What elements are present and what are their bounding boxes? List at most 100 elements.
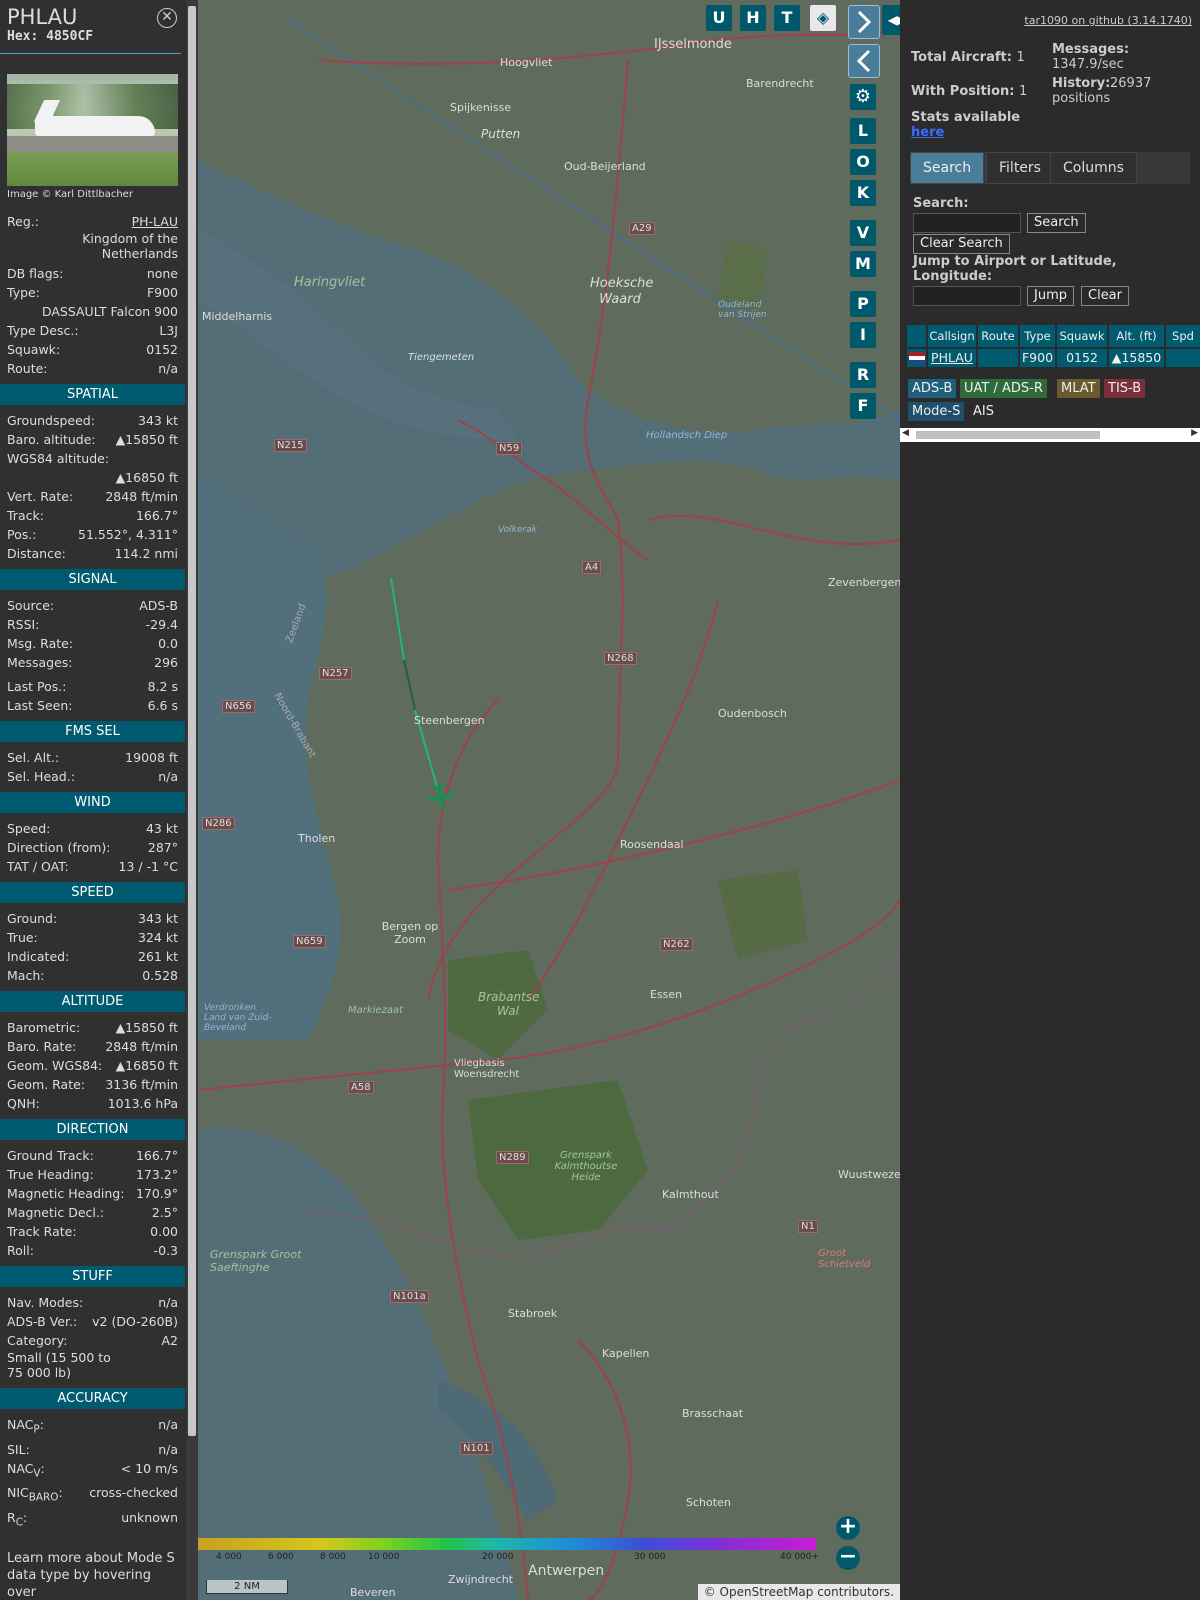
place-label: Volkerak (498, 525, 537, 535)
place-label: Kalmthout (662, 1188, 719, 1201)
info-row-type: Type: F900 (7, 285, 178, 300)
legend-tick: 40 000+ (780, 1552, 820, 1562)
road-label: N656 (222, 700, 255, 713)
with-position-value: 1 (1019, 84, 1028, 99)
map-button-r[interactable]: R (850, 362, 876, 388)
place-label: Oudeland van Strijen (718, 300, 767, 320)
column-header-callsign[interactable]: Callsign (928, 325, 976, 347)
selected-aircraft-panel: PHLAU Hex: 4850CF ✕ Image © Karl Dittlba… (0, 0, 185, 1600)
history-value: 26937 positions (1052, 76, 1152, 106)
info-row-typedesc: Type Desc.: L3J (7, 323, 178, 338)
search-input[interactable] (913, 213, 1021, 233)
info-row-reg: Reg.: PH-LAU (0, 212, 185, 231)
cell-route (978, 349, 1018, 367)
tab-columns[interactable]: Columns (1050, 152, 1137, 184)
registration-link[interactable]: PH-LAU (132, 212, 178, 231)
tab-search[interactable]: Search (910, 152, 985, 184)
stats-here-link[interactable]: here (911, 125, 944, 140)
place-label: Markiezaat (348, 1005, 404, 1016)
expand-sidebar-icon[interactable]: ◀▶ (882, 5, 900, 35)
cell-squawk: 0152 (1057, 349, 1107, 367)
settings-gear-icon[interactable]: ⚙ (850, 84, 876, 110)
close-icon[interactable]: ✕ (157, 8, 177, 28)
info-row: Baro. Rate: 2848 ft/min (7, 1039, 178, 1054)
sidebar: tar1090 on github (3.14.1740) Total Airc… (900, 0, 1200, 1600)
map-attribution[interactable]: © OpenStreetMap contributors. (697, 1584, 900, 1600)
map-button-l[interactable]: L (850, 118, 876, 144)
info-row: NACP: n/a (7, 1417, 178, 1436)
selected-hex: Hex: 4850CF (7, 29, 94, 44)
chevron-left-icon[interactable] (848, 44, 880, 78)
layers-icon[interactable]: ◈ (810, 5, 836, 31)
place-label: Stabroek (508, 1307, 558, 1320)
info-row: Geom. Rate: 3136 ft/min (7, 1077, 178, 1092)
info-row: ADS-B Ver.: v2 (DO-260B) (7, 1314, 178, 1329)
info-row: QNH: 1013.6 hPa (7, 1096, 178, 1111)
chevron-right-icon[interactable] (848, 5, 880, 39)
column-header-flag[interactable] (907, 325, 926, 347)
road-label: A58 (348, 1081, 374, 1094)
map-button-u[interactable]: U (706, 5, 732, 31)
map-button-o[interactable]: O (850, 149, 876, 175)
map-canvas (198, 0, 900, 1600)
info-row: Pos.: 51.552°, 4.311° (7, 527, 178, 542)
zoom-in-icon[interactable]: + (836, 1516, 860, 1540)
place-label: Antwerpen (528, 1563, 605, 1579)
zoom-out-icon[interactable]: − (836, 1546, 860, 1570)
map-button-t[interactable]: T (774, 5, 800, 31)
aircraft-photo[interactable] (7, 74, 178, 186)
info-panel-scrollbar[interactable] (186, 0, 198, 1600)
info-row: Barometric: ▲15850 ft (7, 1020, 178, 1035)
table-horizontal-scrollbar[interactable]: ◀ ▶ (900, 428, 1200, 442)
map-button-f[interactable]: F (850, 393, 876, 419)
scale-bar: 2 NM (206, 1580, 288, 1594)
column-header-altitude[interactable]: Alt. (ft) (1109, 325, 1164, 347)
info-row: Source: ADS-B (7, 598, 178, 613)
place-label: Grenspark Kalmthoutse Heide (554, 1150, 618, 1183)
clear-button[interactable]: Clear (1081, 286, 1129, 306)
place-label: Hoeksche Waard (590, 276, 654, 307)
map-button-k[interactable]: K (850, 180, 876, 206)
column-header-speed[interactable]: Spd (1166, 325, 1200, 347)
road-label: N262 (660, 938, 693, 951)
jump-label: Jump to Airport or Latitude, Longitude: (913, 254, 1117, 284)
info-row: Sel. Alt.: 19008 ft (7, 750, 178, 765)
jump-button[interactable]: Jump (1027, 286, 1074, 306)
altitude-legend (198, 1538, 816, 1550)
cell-callsign[interactable]: PHLAU (928, 349, 976, 367)
version-link[interactable]: tar1090 on github (3.14.1740) (1024, 14, 1192, 27)
cell-speed (1166, 349, 1200, 367)
info-row: Mach: 0.528 (7, 968, 178, 983)
map-button-i[interactable]: I (850, 322, 876, 348)
map-button-h[interactable]: H (740, 5, 766, 31)
info-row: Direction (from): 287° (7, 840, 178, 855)
stats-available: Stats available (911, 110, 1021, 125)
place-label: Kapellen (602, 1347, 650, 1360)
source-badge-mlat: MLAT (1057, 379, 1100, 398)
road-label: A4 (582, 561, 602, 574)
messages-label: Messages: (1052, 42, 1130, 57)
tab-filters[interactable]: Filters (986, 152, 1054, 184)
info-row: Last Pos.: 8.2 s (7, 679, 178, 694)
road-label: N1 (798, 1220, 818, 1233)
info-row: RSSI: -29.4 (7, 617, 178, 632)
road-label: N268 (604, 652, 637, 665)
clear-search-button[interactable]: Clear Search (913, 234, 1010, 254)
place-label: Barendrecht (746, 77, 814, 90)
info-row: Roll: -0.3 (7, 1243, 178, 1258)
info-row: Geom. WGS84: ▲16850 ft (7, 1058, 178, 1073)
map-button-m[interactable]: M (850, 251, 876, 277)
map-view[interactable]: IJsselmonde Hoogvliet Barendrecht Spijke… (198, 0, 900, 1600)
info-row: Ground: 343 kt (7, 911, 178, 926)
map-button-v[interactable]: V (850, 220, 876, 246)
column-header-route[interactable]: Route (978, 325, 1018, 347)
section-accuracy: ACCURACY (0, 1388, 185, 1409)
column-header-squawk[interactable]: Squawk (1057, 325, 1107, 347)
search-button[interactable]: Search (1027, 213, 1086, 233)
info-row: RC: unknown (7, 1509, 178, 1529)
map-button-p[interactable]: P (850, 291, 876, 317)
jump-input[interactable] (913, 286, 1021, 306)
place-label: Hollandsch Diep (646, 430, 728, 441)
column-header-type[interactable]: Type (1020, 325, 1055, 347)
place-label: Zwijndrecht (448, 1573, 513, 1586)
